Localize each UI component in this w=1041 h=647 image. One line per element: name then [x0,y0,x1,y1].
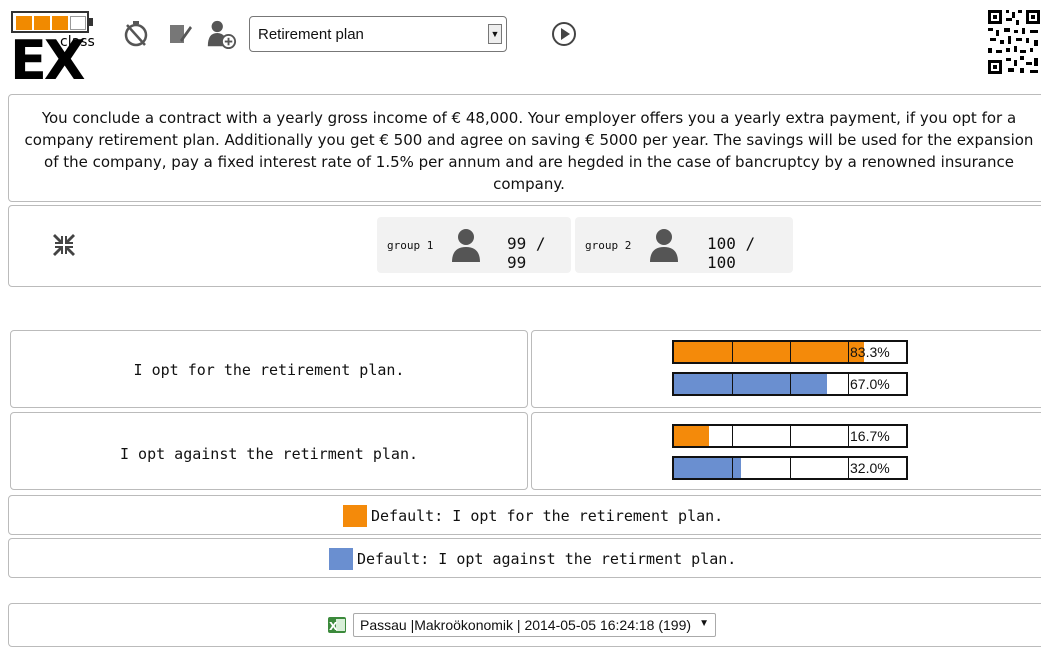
person-icon [452,229,480,262]
answer-cell: I opt for the retirement plan. [10,330,528,408]
group-label: group 1 [387,239,434,252]
result-bar: 67.0% [672,372,908,396]
percent-label: 16.7% [850,428,890,444]
bar-fill [674,426,709,446]
question-panel: You conclude a contract with a yearly gr… [8,94,1041,202]
legend-swatch [343,505,367,527]
chevron-down-icon[interactable]: ▼ [699,618,709,629]
bar-fill [674,342,864,362]
percent-label: 32.0% [850,460,890,476]
collapse-icon[interactable] [51,232,77,262]
answer-cell: I opt against the retirment plan. [10,412,528,490]
legend-row: Default: I opt for the retirement plan. [8,495,1041,535]
answer-label: I opt against the retirment plan. [119,445,418,463]
answer-label: I opt for the retirement plan. [133,361,405,379]
stopwatch-off-icon[interactable] [120,18,152,50]
excel-export-icon[interactable]: X [327,615,347,639]
group-1-status: group 1 99 / 99 [377,217,571,273]
logo-superscript: class [60,34,95,50]
person-icon [650,229,678,262]
session-select[interactable]: Passau |Makroökonomik | 2014-05-05 16:24… [353,613,717,637]
legend-row: Default: I opt against the retirment pla… [8,538,1041,578]
chevron-down-icon[interactable]: ▼ [488,24,502,44]
classex-logo: EX class [8,8,96,88]
session-panel: X Passau |Makroökonomik | 2014-05-05 16:… [8,603,1041,647]
percent-label: 67.0% [850,376,890,392]
result-bar: 16.7% [672,424,908,448]
participants-panel: group 1 99 / 99 group 2 100 / 100 [8,205,1041,287]
result-bar: 83.3% [672,340,908,364]
session-select-value: Passau |Makroökonomik | 2014-05-05 16:24… [360,617,692,633]
qr-code-icon [986,8,1041,76]
group-label: group 2 [585,239,632,252]
legend-label: Default: I opt against the retirment pla… [357,550,737,568]
add-user-icon[interactable] [205,18,237,50]
percent-label: 83.3% [850,344,890,360]
notepad-edit-icon[interactable] [163,18,195,50]
group-2-status: group 2 100 / 100 [575,217,793,273]
bar-fill [674,374,827,394]
group-count: 100 / 100 [707,234,756,272]
question-text: You conclude a contract with a yearly gr… [24,109,1034,193]
scenario-select-value: Retirement plan [258,25,364,43]
result-bar: 32.0% [672,456,908,480]
play-circle-icon[interactable] [548,18,580,50]
group-count: 99 / 99 [507,234,546,272]
bar-fill [674,458,741,478]
legend-label: Default: I opt for the retirement plan. [371,507,724,525]
scenario-select[interactable]: Retirement plan ▼ [249,16,507,52]
svg-text:X: X [329,620,338,633]
legend-swatch [329,548,353,570]
